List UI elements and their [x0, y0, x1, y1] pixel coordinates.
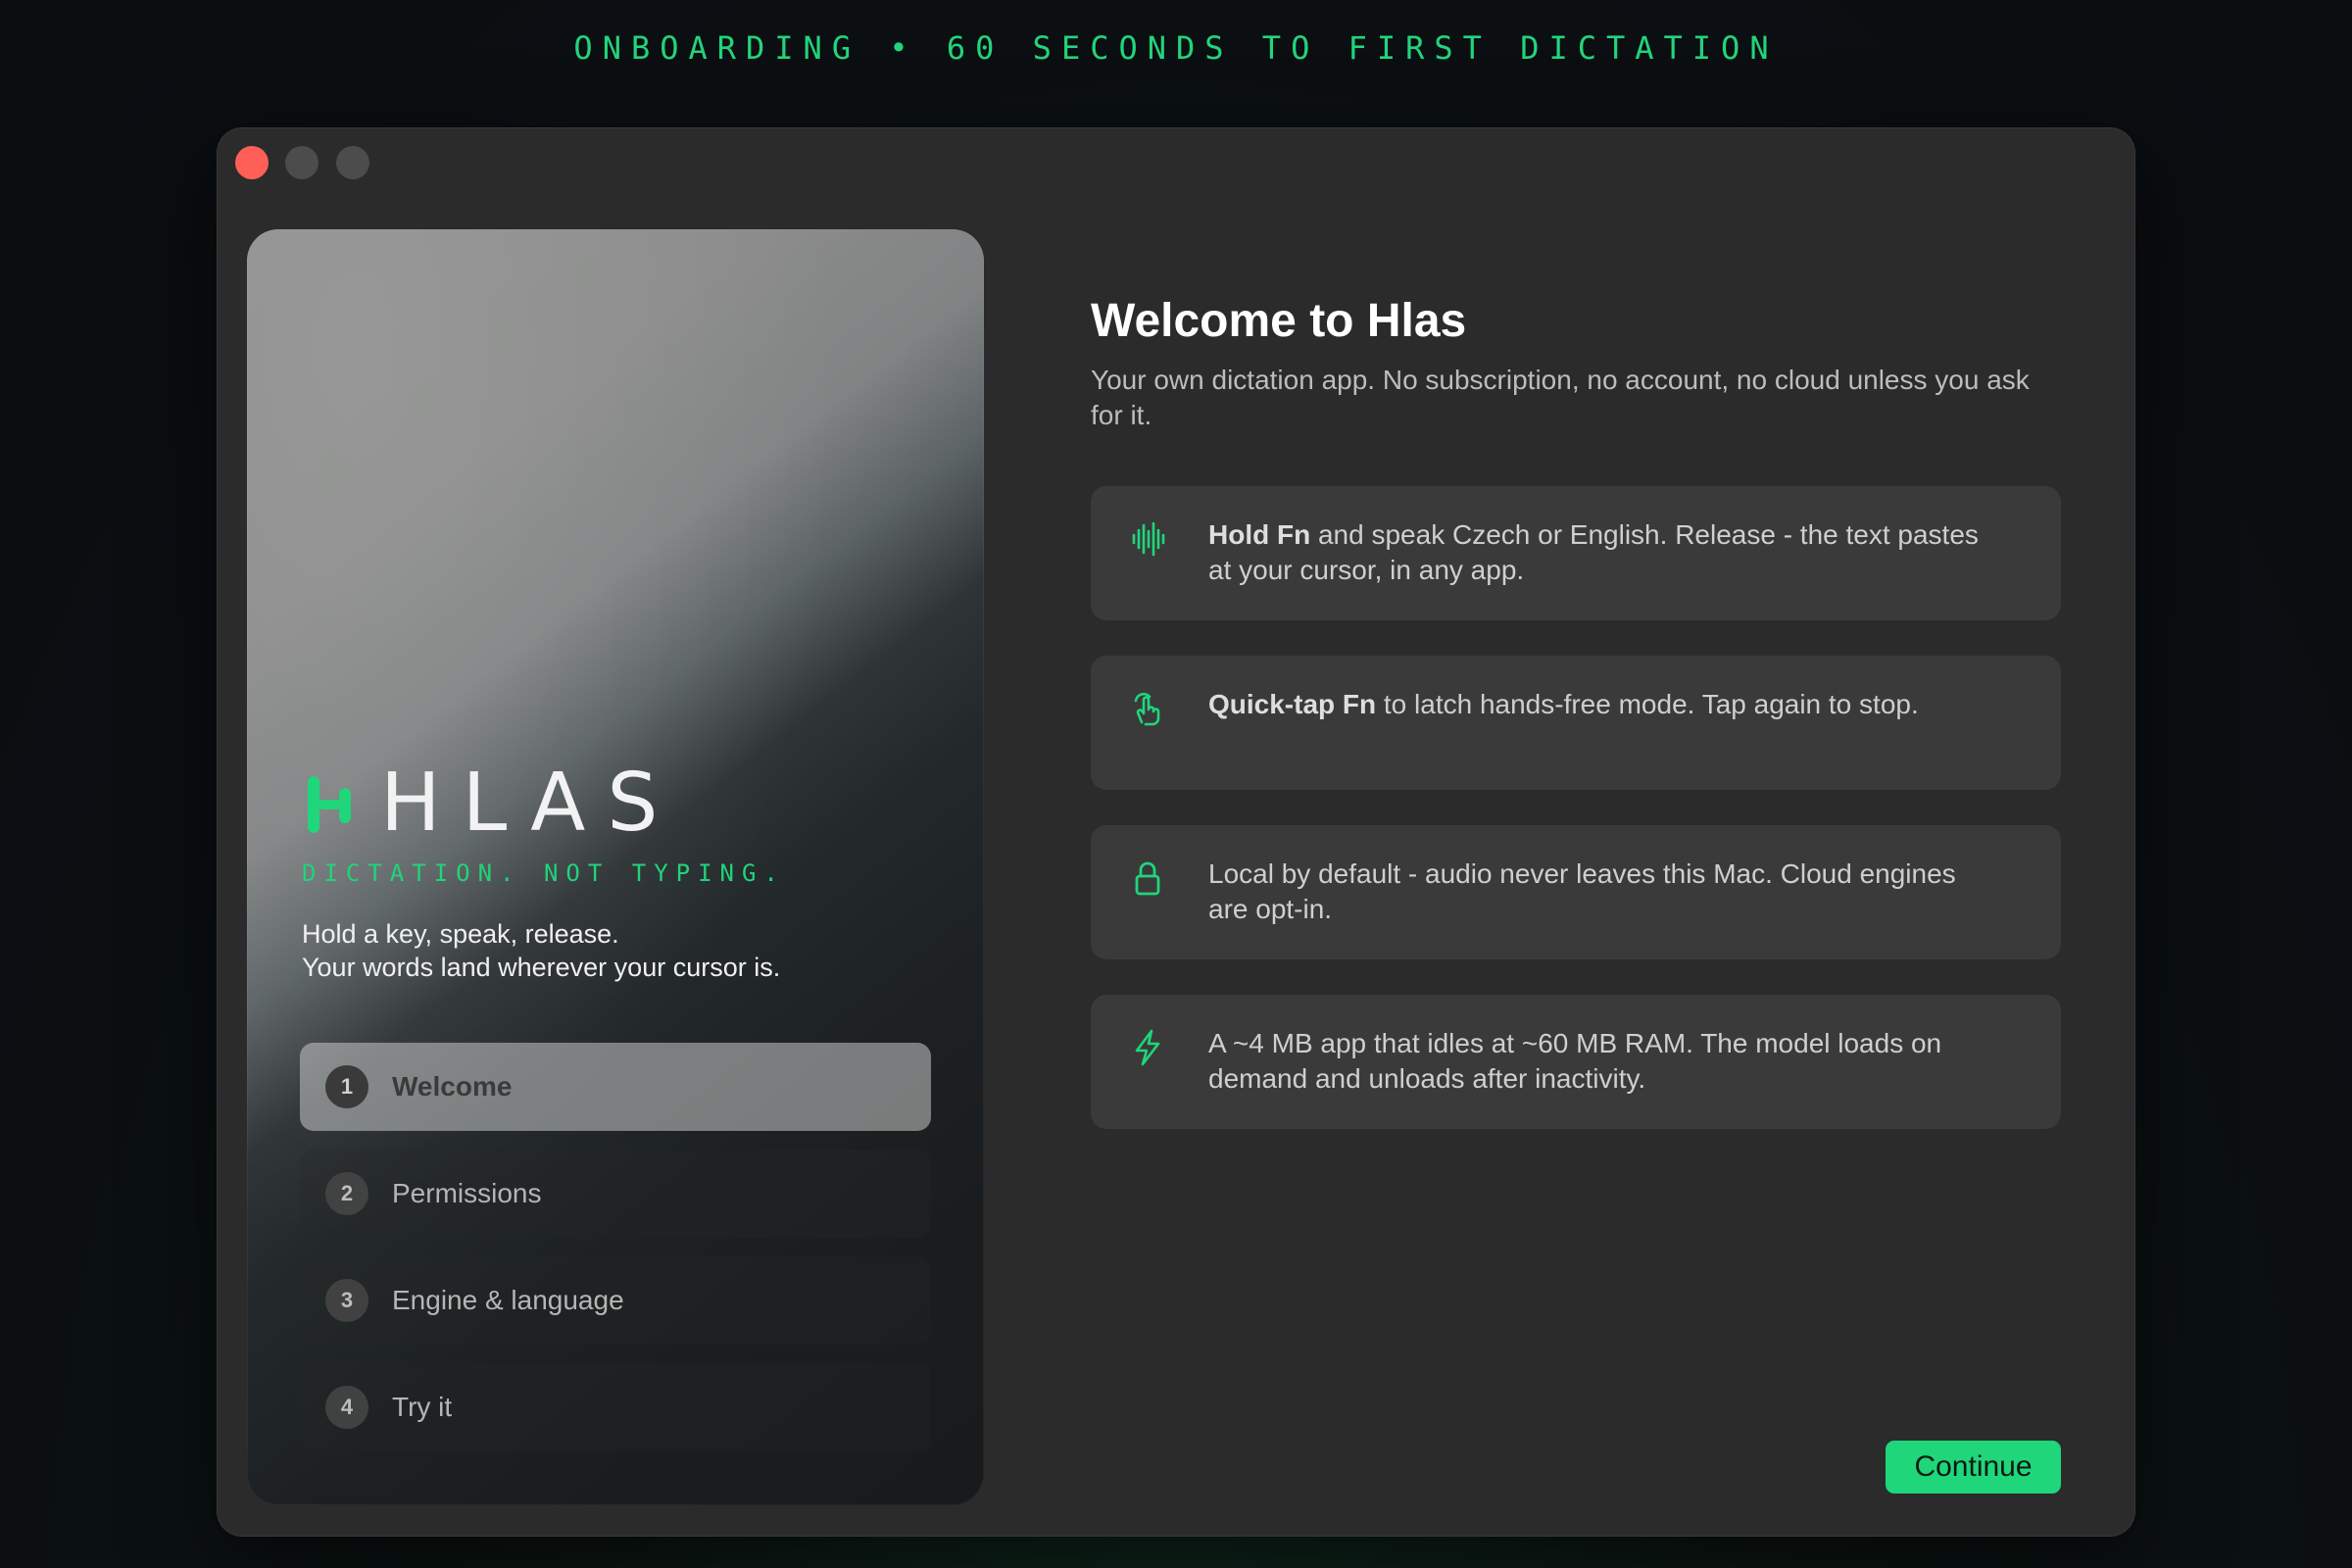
step-try-it[interactable]: 4 Try it	[300, 1363, 931, 1451]
continue-button[interactable]: Continue	[1886, 1441, 2061, 1494]
hlas-logo: HLAS	[302, 757, 679, 850]
step-number: 1	[325, 1065, 368, 1108]
feature-text: Local by default - audio never leaves th…	[1208, 857, 1992, 927]
feature-text: Hold Fn and speak Czech or English. Rele…	[1208, 517, 1992, 588]
step-welcome[interactable]: 1 Welcome	[300, 1043, 931, 1131]
hero-tagline: DICTATION. NOT TYPING.	[302, 859, 786, 887]
zoom-window-button[interactable]	[336, 146, 369, 179]
feature-text-body: A ~4 MB app that idles at ~60 MB RAM. Th…	[1208, 1028, 1942, 1094]
lock-icon	[1135, 861, 1160, 896]
hero-description: Hold a key, speak, release. Your words l…	[302, 917, 780, 984]
logo-wordmark: HLAS	[380, 756, 680, 850]
onboarding-steps: 1 Welcome 2 Permissions 3 Engine & langu…	[300, 1043, 931, 1470]
step-label: Engine & language	[392, 1285, 624, 1315]
hero-description-line-2: Your words land wherever your cursor is.	[302, 953, 781, 982]
step-number: 3	[325, 1279, 368, 1322]
feature-text-body: and speak Czech or English. Release - th…	[1208, 519, 1979, 585]
feature-card-lightweight: A ~4 MB app that idles at ~60 MB RAM. Th…	[1091, 995, 2061, 1129]
feature-list: Hold Fn and speak Czech or English. Rele…	[1091, 486, 2061, 1164]
step-label: Try it	[392, 1392, 453, 1422]
feature-text-bold: Quick-tap Fn	[1208, 689, 1377, 719]
feature-text-body: Local by default - audio never leaves th…	[1208, 858, 1956, 924]
close-window-button[interactable]	[235, 146, 269, 179]
step-number: 2	[325, 1172, 368, 1215]
feature-card-hold-fn: Hold Fn and speak Czech or English. Rele…	[1091, 486, 2061, 620]
feature-text: Quick-tap Fn to latch hands-free mode. T…	[1208, 687, 1992, 722]
feature-text-bold: Hold Fn	[1208, 519, 1311, 550]
waveform-icon	[1132, 521, 1165, 557]
onboarding-caption: ONBOARDING • 60 SECONDS TO FIRST DICTATI…	[573, 29, 1779, 67]
step-label: Welcome	[392, 1071, 513, 1102]
lightning-icon	[1135, 1029, 1160, 1066]
step-permissions[interactable]: 2 Permissions	[300, 1150, 931, 1238]
hlas-logo-icon	[308, 776, 351, 833]
step-label: Permissions	[392, 1178, 542, 1208]
page-title: Welcome to Hlas	[1091, 295, 1467, 347]
hero-description-line-1: Hold a key, speak, release.	[302, 919, 619, 949]
feature-card-quick-tap: Quick-tap Fn to latch hands-free mode. T…	[1091, 656, 2061, 790]
feature-text: A ~4 MB app that idles at ~60 MB RAM. Th…	[1208, 1026, 1992, 1097]
page-subtitle: Your own dictation app. No subscription,…	[1091, 365, 2030, 430]
feature-text-body: to latch hands-free mode. Tap again to s…	[1376, 689, 1919, 719]
step-engine-language[interactable]: 3 Engine & language	[300, 1256, 931, 1345]
minimize-window-button[interactable]	[285, 146, 318, 179]
tap-hand-icon	[1134, 692, 1160, 726]
step-number: 4	[325, 1386, 368, 1429]
hero-panel: HLAS DICTATION. NOT TYPING. Hold a key, …	[247, 229, 984, 1505]
feature-card-local: Local by default - audio never leaves th…	[1091, 825, 2061, 959]
welcome-header: Welcome to Hlas Your own dictation app. …	[1091, 292, 2061, 433]
